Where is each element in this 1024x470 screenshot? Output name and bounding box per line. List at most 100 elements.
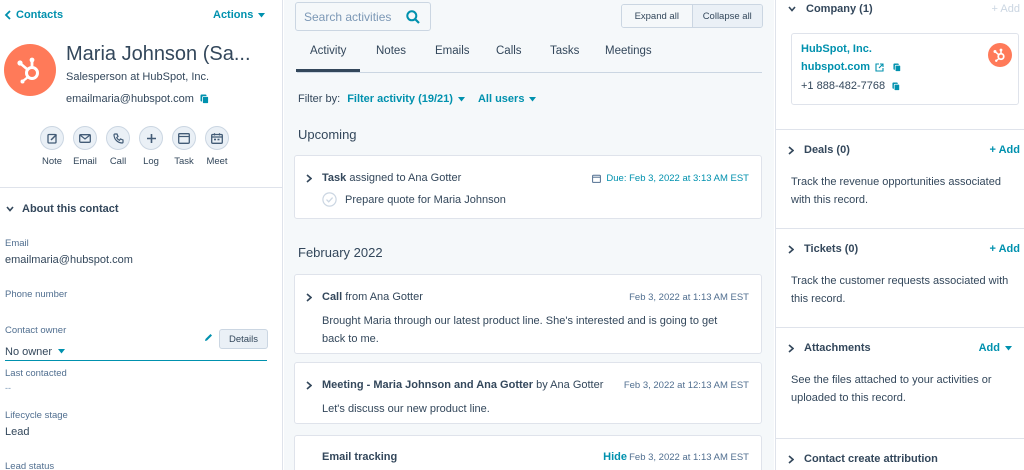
tab-emails[interactable]: Emails: [435, 45, 470, 57]
call-card-title-rest: from Ana Gotter: [342, 291, 423, 303]
tab-calls[interactable]: Calls: [496, 45, 522, 57]
expand-collapse-group: Expand all Collapse all: [621, 4, 763, 28]
email-property-value[interactable]: emailmaria@hubspot.com: [5, 254, 133, 266]
email-action[interactable]: Email: [73, 126, 97, 167]
note-action-label: Note: [41, 156, 63, 167]
add-attachment-dropdown[interactable]: Add: [979, 342, 1012, 354]
add-deal-button[interactable]: + Add: [990, 144, 1020, 156]
attachments-description: See the files attached to your activitie…: [791, 374, 992, 404]
call-card-title-bold: Call: [322, 291, 343, 303]
section-divider: [776, 327, 1024, 328]
association-sidebar: Company (1) + Add HubSpot, Inc. hubspot.…: [775, 0, 1024, 470]
task-item: Prepare quote for Maria Johnson: [322, 192, 506, 207]
owner-select[interactable]: No owner: [5, 343, 267, 361]
calendar-icon: [592, 174, 602, 183]
email-tracking-title: Email tracking: [322, 451, 397, 463]
tab-meetings[interactable]: Meetings: [605, 45, 652, 57]
contact-avatar: [4, 44, 56, 96]
about-contact-header[interactable]: About this contact: [6, 203, 119, 215]
chevron-down-icon: [788, 6, 796, 12]
chevron-right-icon[interactable]: [306, 174, 312, 183]
call-action-label: Call: [109, 156, 127, 167]
tab-tasks[interactable]: Tasks: [550, 45, 579, 57]
log-action[interactable]: Log: [139, 126, 163, 167]
lead-status-property[interactable]: Lead status: [5, 461, 54, 470]
call-activity-card[interactable]: Call from Ana Gotter Feb 3, 2022 at 1:13…: [294, 274, 762, 354]
add-attachment-label: Add: [978, 342, 1000, 354]
email-property[interactable]: Email emailmaria@hubspot.com: [5, 238, 133, 266]
collapse-all-button[interactable]: Collapse all: [691, 5, 762, 27]
copy-icon[interactable]: [893, 63, 901, 72]
search-activities-input[interactable]: Search activities: [295, 2, 431, 31]
company-name-link[interactable]: HubSpot, Inc.: [801, 43, 872, 55]
tab-activity[interactable]: Activity: [295, 45, 362, 72]
meeting-card-body: Let's discuss our new product line.: [322, 403, 490, 415]
contact-email: emailmaria@hubspot.com: [66, 93, 209, 105]
filter-bar: Filter by: Filter activity (19/21) All u…: [298, 93, 537, 105]
expand-all-button[interactable]: Expand all: [622, 5, 692, 27]
add-company-button[interactable]: + Add: [992, 3, 1020, 15]
owner-property: Contact owner: [5, 325, 66, 336]
tab-notes[interactable]: Notes: [376, 45, 406, 57]
attribution-section-header[interactable]: Contact create attribution: [788, 453, 938, 465]
email-action-label: Email: [73, 156, 97, 167]
tickets-section-header[interactable]: Tickets (0): [788, 243, 858, 255]
meet-action-label: Meet: [206, 156, 228, 167]
search-placeholder: Search activities: [304, 9, 392, 24]
call-card-body: Brought Maria through our latest product…: [322, 315, 718, 345]
meeting-activity-card[interactable]: Meeting - Maria Johnson and Ana Gotter b…: [294, 362, 762, 424]
caret-down-icon: [529, 96, 537, 102]
chevron-right-icon[interactable]: [306, 381, 312, 390]
company-domain: hubspot.com: [801, 61, 901, 73]
company-domain-link[interactable]: hubspot.com: [801, 61, 870, 73]
back-label: Contacts: [16, 9, 64, 21]
task-activity-card[interactable]: Task assigned to Ana Gotter Due: Feb 3, …: [294, 155, 762, 219]
email-tracking-card[interactable]: Email tracking Hide Feb 3, 2022 at 1:13 …: [294, 435, 762, 470]
company-section-header[interactable]: Company (1): [788, 3, 873, 15]
deals-description: Track the revenue opportunities associat…: [791, 176, 1001, 206]
deals-section-header[interactable]: Deals (0): [788, 144, 850, 156]
task-complete-checkbox[interactable]: [322, 192, 337, 207]
meeting-card-date: Feb 3, 2022 at 12:13 AM EST: [623, 380, 749, 391]
tickets-description: Track the customer requests associated w…: [791, 275, 1009, 305]
pencil-icon[interactable]: [204, 333, 213, 342]
log-action-label: Log: [143, 156, 159, 167]
task-card-title-rest: assigned to Ana Gotter: [346, 172, 462, 184]
activity-tabs: Activity Notes Emails Calls Tasks Meetin…: [295, 45, 762, 73]
filter-activity-dropdown[interactable]: Filter activity (19/21): [347, 93, 465, 105]
lifecycle-value[interactable]: Lead: [5, 426, 68, 438]
attribution-section-label: Contact create attribution: [804, 453, 938, 465]
chevron-down-icon: [6, 206, 14, 212]
quick-actions: Note Email Call Log Task Meet: [40, 126, 229, 167]
lifecycle-property[interactable]: Lifecycle stage Lead: [5, 410, 68, 438]
contact-title: Salesperson at HubSpot, Inc.: [66, 71, 210, 83]
attachments-section-label: Attachments: [804, 342, 871, 354]
all-users-dropdown[interactable]: All users: [478, 93, 537, 105]
add-ticket-button[interactable]: + Add: [990, 243, 1020, 255]
task-action[interactable]: Task: [172, 126, 196, 167]
section-divider: [776, 129, 1024, 130]
filter-by-label: Filter by:: [298, 93, 341, 105]
contact-name[interactable]: Maria Johnson (Sa...: [66, 43, 251, 66]
chevron-right-icon: [788, 343, 794, 353]
caret-down-icon: [457, 96, 465, 102]
copy-icon[interactable]: [200, 94, 209, 104]
attachments-section-header[interactable]: Attachments: [788, 342, 871, 354]
section-divider: [776, 438, 1024, 439]
meet-action[interactable]: Meet: [205, 126, 229, 167]
call-action[interactable]: Call: [106, 126, 130, 167]
copy-icon[interactable]: [892, 82, 901, 91]
actions-dropdown[interactable]: Actions: [213, 9, 266, 21]
last-contacted-value: --: [5, 383, 11, 393]
call-icon: [106, 126, 130, 150]
back-to-contacts-link[interactable]: Contacts: [4, 9, 63, 21]
hide-email-link[interactable]: Hide: [603, 451, 627, 463]
filter-activity-label: Filter activity (19/21): [347, 93, 453, 105]
plus-icon: [139, 126, 163, 150]
search-icon[interactable]: [406, 10, 420, 24]
chevron-right-icon[interactable]: [306, 293, 312, 302]
activity-timeline: Search activities Expand all Collapse al…: [284, 0, 774, 470]
phone-property[interactable]: Phone number: [5, 289, 67, 300]
external-link-icon[interactable]: [875, 62, 884, 72]
note-action[interactable]: Note: [40, 126, 64, 167]
